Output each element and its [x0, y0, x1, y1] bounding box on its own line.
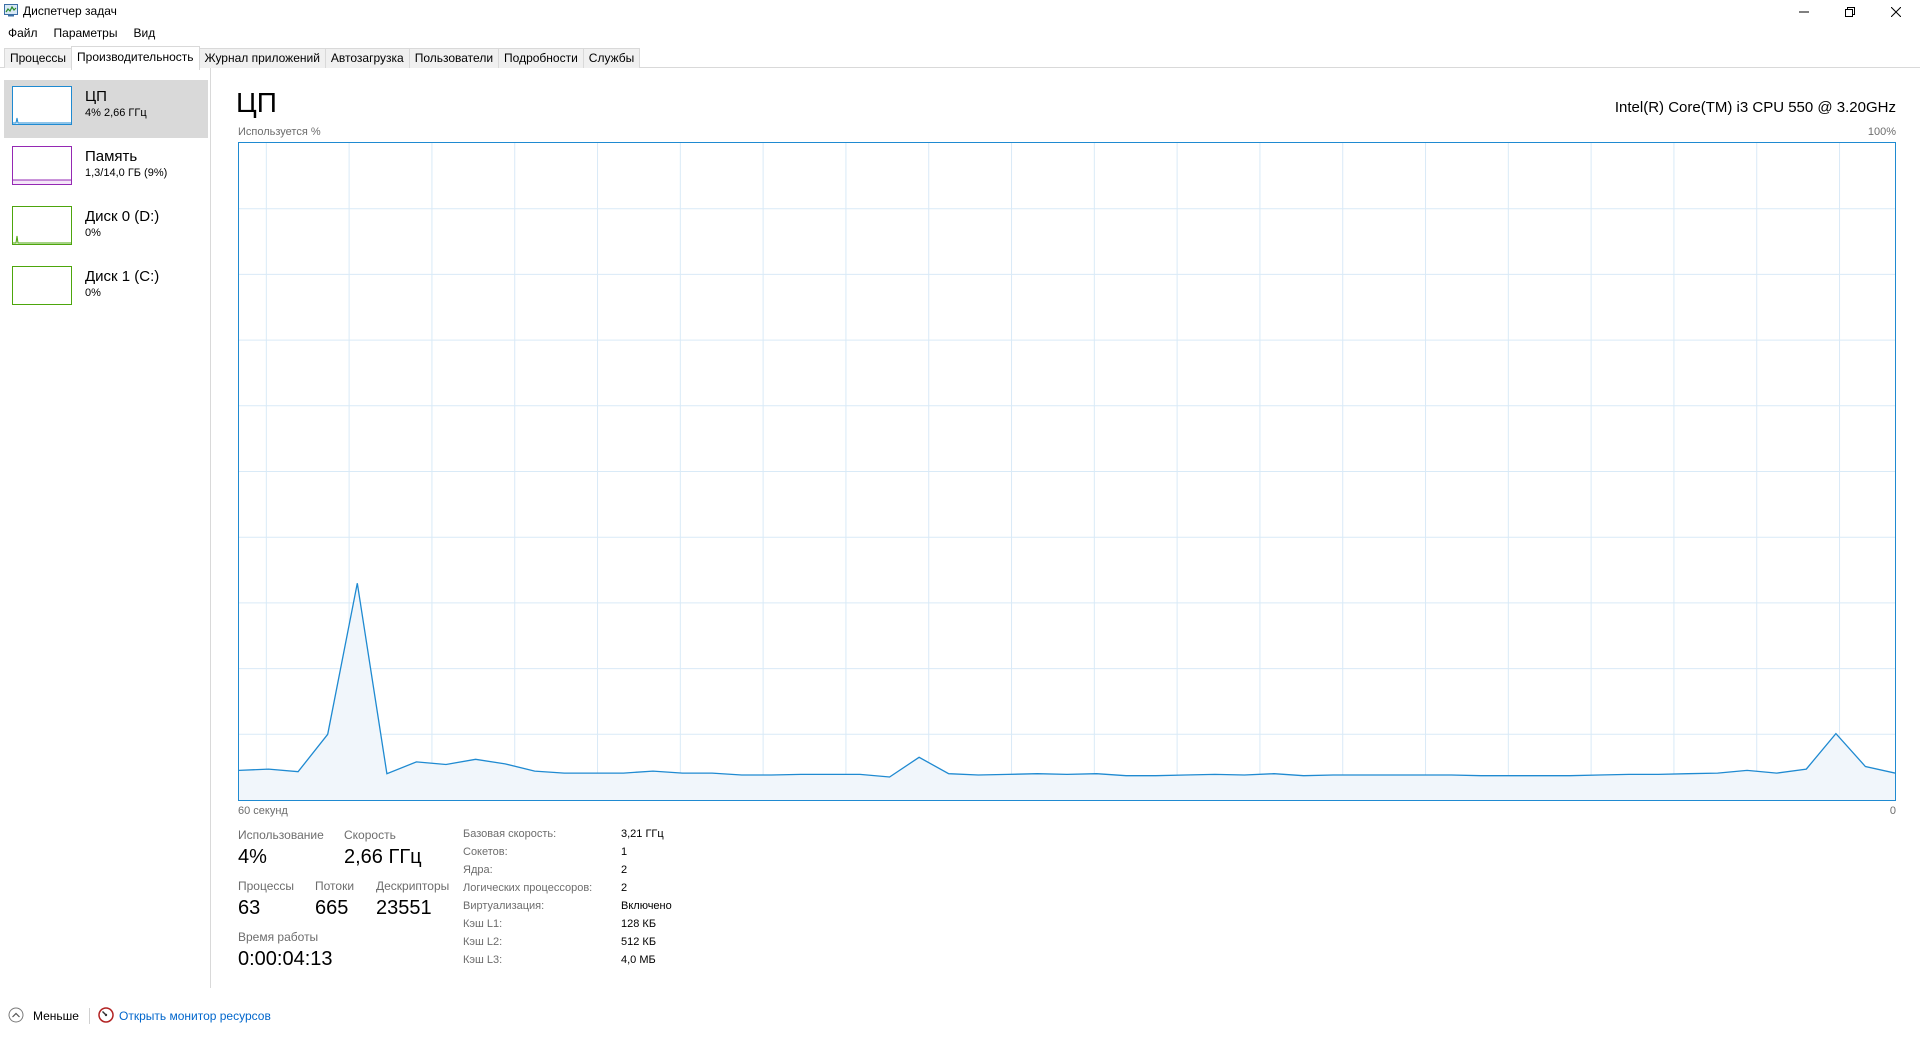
- spec-label: Кэш L1:: [463, 918, 503, 930]
- spec-value: 128 КБ: [621, 918, 657, 930]
- menu-options[interactable]: Параметры: [46, 23, 126, 43]
- cpu-usage-line: [239, 583, 1895, 778]
- sidebar-item-subtitle: 4% 2,66 ГГц: [85, 107, 147, 119]
- sidebar-item-memory[interactable]: Память 1,3/14,0 ГБ (9%): [4, 140, 208, 198]
- sidebar-item-title: Диск 0 (D:): [85, 208, 160, 225]
- spec-value: 512 КБ: [621, 936, 657, 948]
- sidebar-item-subtitle: 0%: [85, 227, 101, 239]
- speed-value: 2,66 ГГц: [344, 846, 422, 868]
- footer-divider: [89, 1008, 90, 1024]
- menu-bar: Файл Параметры Вид: [0, 23, 163, 43]
- open-resource-monitor-link[interactable]: Открыть монитор ресурсов: [119, 1009, 271, 1023]
- spec-value: 4,0 МБ: [621, 954, 656, 966]
- cpu-thumbnail-graph: [12, 86, 72, 125]
- spec-value: 2: [621, 882, 628, 894]
- task-manager-icon: [4, 4, 18, 17]
- minimize-button[interactable]: [1782, 0, 1826, 23]
- spec-label: Сокетов:: [463, 846, 508, 858]
- spec-value: 2: [621, 864, 628, 876]
- sidebar-item-subtitle: 1,3/14,0 ГБ (9%): [85, 167, 168, 179]
- spec-label: Кэш L3:: [463, 954, 503, 966]
- page-title: ЦП: [236, 87, 277, 118]
- tab-processes[interactable]: Процессы: [4, 48, 73, 68]
- chevron-up-icon[interactable]: [8, 1007, 24, 1023]
- sidebar-item-title: Память: [85, 148, 138, 165]
- uptime-value: 0:00:04:13: [238, 948, 333, 970]
- minimize-icon: [1799, 11, 1809, 12]
- spec-label: Ядра:: [463, 864, 493, 876]
- window-title: Диспетчер задач: [23, 4, 117, 18]
- resource-sidebar: ЦП 4% 2,66 ГГц Память 1,3/14,0 ГБ (9%) Д…: [0, 68, 211, 988]
- cpu-usage-area: [239, 583, 1895, 800]
- close-button[interactable]: [1874, 0, 1918, 23]
- sidebar-item-subtitle: 0%: [85, 287, 101, 299]
- sidebar-item-cpu[interactable]: ЦП 4% 2,66 ГГц: [4, 80, 208, 138]
- graph-min-label: 0: [1889, 805, 1896, 817]
- tab-strip: Процессы Производительность Журнал прило…: [0, 46, 1920, 70]
- resource-monitor-icon[interactable]: [98, 1007, 114, 1023]
- uptime-label: Время работы: [238, 930, 319, 944]
- sidebar-item-disk-1[interactable]: Диск 1 (C:) 0%: [4, 260, 208, 318]
- restore-icon: [1845, 6, 1855, 17]
- sidebar-item-title: ЦП: [85, 88, 107, 105]
- spec-label: Базовая скорость:: [463, 828, 557, 840]
- spec-value: 1: [621, 846, 628, 858]
- tab-users[interactable]: Пользователи: [408, 48, 500, 68]
- restore-button[interactable]: [1828, 0, 1872, 23]
- spec-label: Логических процессоров:: [463, 882, 593, 894]
- graph-y-axis-label: Используется %: [238, 126, 321, 138]
- spec-label: Виртуализация:: [463, 900, 545, 912]
- tab-app-history[interactable]: Журнал приложений: [198, 48, 326, 68]
- handles-label: Дескрипторы: [376, 879, 450, 893]
- cpu-model-name: Intel(R) Core(TM) i3 CPU 550 @ 3.20GHz: [1614, 99, 1896, 116]
- graph-max-label: 100%: [1867, 126, 1896, 138]
- tab-performance[interactable]: Производительность: [71, 46, 200, 70]
- title-bar: Диспетчер задач: [0, 0, 1920, 23]
- tab-details[interactable]: Подробности: [498, 48, 584, 68]
- spec-label: Кэш L2:: [463, 936, 503, 948]
- disk-1-thumbnail-graph: [12, 266, 72, 305]
- spec-value: Включено: [621, 900, 672, 912]
- processes-label: Процессы: [238, 879, 295, 893]
- footer-bar: Меньше Открыть монитор ресурсов: [0, 1000, 1920, 1040]
- sidebar-item-title: Диск 1 (C:): [85, 268, 160, 285]
- fewer-details-button[interactable]: Меньше: [33, 1009, 79, 1023]
- cpu-usage-chart: [239, 143, 1895, 800]
- processes-value: 63: [238, 897, 261, 919]
- graph-time-span-label: 60 секунд: [238, 805, 288, 817]
- tab-startup[interactable]: Автозагрузка: [324, 48, 410, 68]
- handles-value: 23551: [376, 897, 432, 919]
- spec-value: 3,21 ГГц: [621, 828, 664, 840]
- disk-0-thumbnail-graph: [12, 206, 72, 245]
- cpu-usage-graph: [238, 142, 1896, 801]
- threads-label: Потоки: [315, 879, 355, 893]
- tab-services[interactable]: Службы: [582, 48, 641, 68]
- close-icon: [1891, 6, 1901, 17]
- menu-file[interactable]: Файл: [0, 23, 46, 43]
- usage-value: 4%: [238, 846, 267, 868]
- usage-label: Использование: [238, 828, 324, 842]
- memory-thumbnail-graph: [12, 146, 72, 185]
- speed-label: Скорость: [344, 828, 396, 842]
- threads-value: 665: [315, 897, 349, 919]
- sidebar-item-disk-0[interactable]: Диск 0 (D:) 0%: [4, 200, 208, 258]
- menu-view[interactable]: Вид: [125, 23, 163, 43]
